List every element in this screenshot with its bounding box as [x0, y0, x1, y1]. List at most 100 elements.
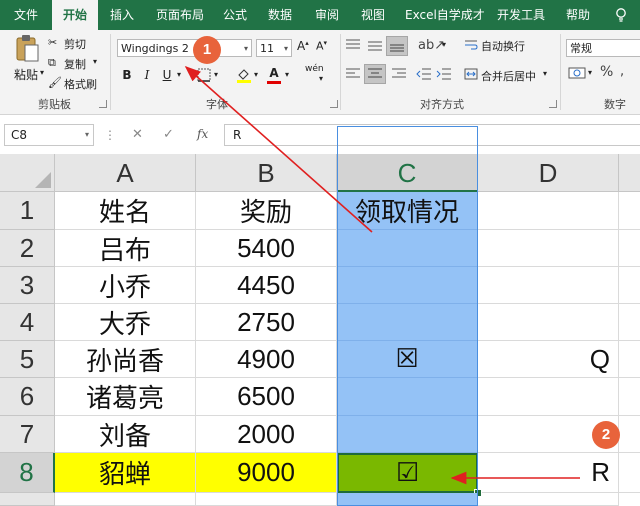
cell-b7[interactable]: 2000: [196, 416, 337, 453]
tab-insert[interactable]: 插入: [110, 0, 134, 30]
cell-c8-active[interactable]: ☑: [337, 453, 478, 493]
row-header-3[interactable]: 3: [0, 267, 55, 304]
fill-color-dropdown-icon[interactable]: ▾: [254, 70, 258, 79]
font-color-button[interactable]: A: [265, 64, 283, 82]
tab-data[interactable]: 数据: [268, 0, 292, 30]
align-middle-icon[interactable]: [366, 38, 384, 54]
cut-button[interactable]: 剪切: [64, 36, 86, 52]
tab-help[interactable]: 帮助: [566, 0, 590, 30]
orientation-dropdown-icon[interactable]: ▾: [442, 40, 446, 49]
formula-input[interactable]: R: [224, 124, 640, 146]
decrease-font-size-icon[interactable]: A▾: [316, 39, 327, 53]
cell-e5[interactable]: [619, 341, 640, 378]
font-color-dropdown-icon[interactable]: ▾: [285, 70, 289, 79]
decrease-indent-icon[interactable]: [416, 66, 432, 82]
cell-e8[interactable]: [619, 453, 640, 493]
cell-c1[interactable]: 领取情况: [337, 192, 478, 230]
paste-dropdown-icon[interactable]: ▾: [40, 68, 44, 77]
cell-d6[interactable]: [478, 378, 619, 416]
format-painter-icon[interactable]: 🖌: [48, 76, 62, 89]
row-header-4[interactable]: 4: [0, 304, 55, 341]
insert-function-button[interactable]: fx: [197, 127, 208, 141]
tab-view[interactable]: 视图: [361, 0, 385, 30]
cell-c3[interactable]: [337, 267, 478, 304]
align-bottom-button[interactable]: [386, 36, 408, 56]
cell-c9[interactable]: [337, 493, 478, 506]
alignment-launcher-icon[interactable]: [549, 100, 557, 108]
wrap-text-button[interactable]: 自动换行: [481, 38, 525, 54]
row-header-2[interactable]: 2: [0, 230, 55, 267]
bold-button[interactable]: B: [118, 66, 136, 84]
row-header-6[interactable]: 6: [0, 378, 55, 416]
cancel-entry-button[interactable]: ✕: [132, 127, 143, 142]
row-header-1[interactable]: 1: [0, 192, 55, 230]
cell-b5[interactable]: 4900: [196, 341, 337, 378]
align-right-icon[interactable]: [390, 66, 408, 82]
cell-a8[interactable]: 貂蝉: [55, 453, 196, 493]
column-header-e[interactable]: [619, 154, 640, 192]
merge-center-button[interactable]: 合并后居中: [481, 68, 536, 84]
phonetic-guide-button[interactable]: wén: [305, 64, 324, 74]
cell-c7[interactable]: [337, 416, 478, 453]
confirm-entry-button[interactable]: ✓: [163, 127, 174, 142]
column-header-d[interactable]: D: [478, 154, 619, 192]
wrap-text-icon[interactable]: [464, 38, 478, 52]
cell-e1[interactable]: [619, 192, 640, 230]
cell-e6[interactable]: [619, 378, 640, 416]
tab-page-layout[interactable]: 页面布局: [156, 0, 204, 30]
font-launcher-icon[interactable]: [330, 100, 338, 108]
cell-b9[interactable]: [196, 493, 337, 506]
select-all-corner[interactable]: [0, 154, 55, 192]
cell-b4[interactable]: 2750: [196, 304, 337, 341]
italic-button[interactable]: I: [138, 66, 156, 84]
clipboard-launcher-icon[interactable]: [99, 100, 107, 108]
cell-a5[interactable]: 孙尚香: [55, 341, 196, 378]
tab-formulas[interactable]: 公式: [223, 0, 247, 30]
cell-a7[interactable]: 刘备: [55, 416, 196, 453]
align-top-icon[interactable]: [344, 38, 362, 54]
borders-dropdown-icon[interactable]: ▾: [214, 70, 218, 79]
cell-a6[interactable]: 诸葛亮: [55, 378, 196, 416]
cell-c6[interactable]: [337, 378, 478, 416]
format-painter-button[interactable]: 格式刷: [64, 76, 97, 92]
column-header-b[interactable]: B: [196, 154, 337, 192]
cell-e7[interactable]: [619, 416, 640, 453]
cell-d1[interactable]: [478, 192, 619, 230]
cell-a3[interactable]: 小乔: [55, 267, 196, 304]
copy-icon[interactable]: ⧉: [48, 56, 56, 70]
percent-style-icon[interactable]: %: [600, 64, 613, 80]
accounting-format-icon[interactable]: [568, 66, 586, 80]
cell-e3[interactable]: [619, 267, 640, 304]
cell-b3[interactable]: 4450: [196, 267, 337, 304]
cell-b2[interactable]: 5400: [196, 230, 337, 267]
tab-developer[interactable]: 开发工具: [497, 0, 545, 30]
align-center-button[interactable]: [364, 64, 386, 84]
comma-style-icon[interactable]: ,: [620, 64, 624, 79]
align-left-icon[interactable]: [344, 66, 362, 82]
cell-d2[interactable]: [478, 230, 619, 267]
cell-e4[interactable]: [619, 304, 640, 341]
cell-c2[interactable]: [337, 230, 478, 267]
tab-home[interactable]: 开始: [52, 0, 98, 30]
cell-d9[interactable]: [478, 493, 619, 506]
cell-a9[interactable]: [55, 493, 196, 506]
font-size-combo[interactable]: 11 ▾: [256, 39, 292, 57]
cell-e2[interactable]: [619, 230, 640, 267]
column-header-c[interactable]: C: [337, 154, 478, 192]
cell-d5[interactable]: Q: [478, 341, 619, 378]
column-header-a[interactable]: A: [55, 154, 196, 192]
accounting-dropdown-icon[interactable]: ▾: [588, 68, 592, 77]
merge-center-icon[interactable]: [464, 67, 478, 81]
fill-color-icon[interactable]: [236, 67, 252, 83]
underline-dropdown-icon[interactable]: ▾: [177, 70, 181, 79]
cell-d8[interactable]: R: [478, 453, 619, 493]
cell-d3[interactable]: [478, 267, 619, 304]
tab-excel-self-study[interactable]: Excel自学成才: [405, 0, 485, 30]
formula-bar-dots-icon[interactable]: ⋮: [104, 128, 116, 142]
paste-icon[interactable]: [14, 34, 40, 64]
merge-dropdown-icon[interactable]: ▾: [543, 69, 547, 78]
cell-c4[interactable]: [337, 304, 478, 341]
name-box[interactable]: C8 ▾: [4, 124, 94, 146]
font-name-combo[interactable]: Wingdings 2 ▾: [117, 39, 252, 57]
number-format-combo[interactable]: 常规: [566, 39, 640, 57]
